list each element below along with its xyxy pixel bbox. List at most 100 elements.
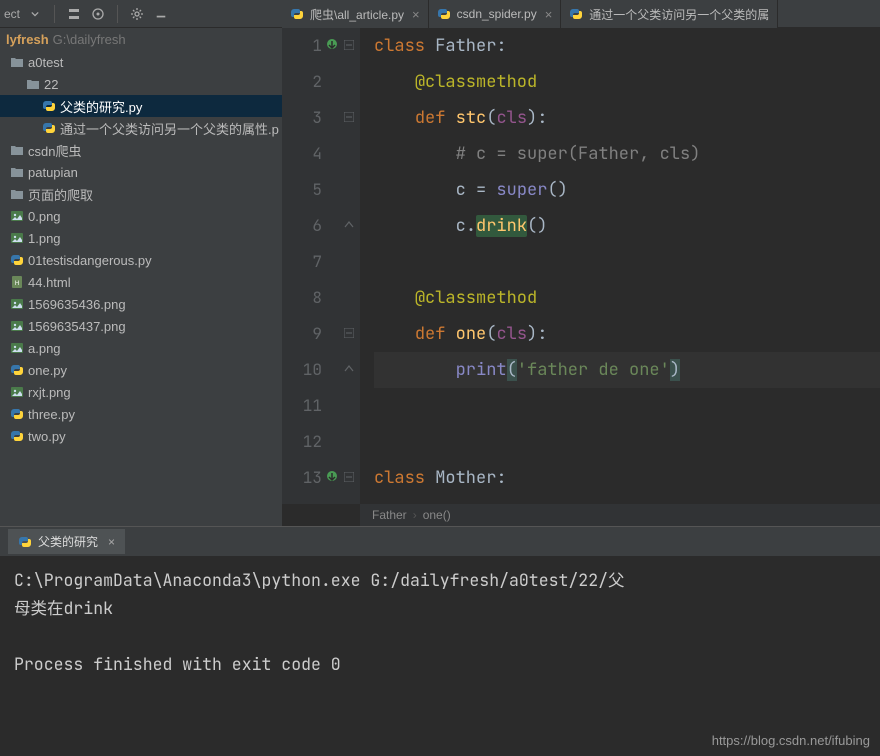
python-icon — [569, 7, 583, 21]
tree-label: two.py — [28, 429, 66, 444]
gutter-line[interactable]: 7 — [282, 244, 322, 280]
code-line[interactable]: def one(cls): — [374, 316, 880, 352]
locate-icon[interactable] — [89, 5, 107, 23]
image-icon — [10, 385, 24, 399]
code-area[interactable]: class Father: @classmethod def stc(cls):… — [360, 28, 880, 504]
gutter-line[interactable]: 11 — [282, 388, 322, 424]
tree-row[interactable]: csdn爬虫 — [0, 139, 282, 161]
gutter-line[interactable]: 6 — [282, 208, 322, 244]
project-root[interactable]: lyfresh G:\dailyfresh — [0, 28, 282, 51]
breadcrumb-item[interactable]: Father — [372, 508, 407, 522]
tree-row[interactable]: one.py — [0, 359, 282, 381]
editor-tab[interactable]: 通过一个父类访问另一个父类的属 — [561, 0, 778, 28]
tree-row[interactable]: patupian — [0, 161, 282, 183]
code-line[interactable]: c = super() — [374, 172, 880, 208]
tree-row[interactable]: a0test — [0, 51, 282, 73]
folder-icon — [10, 165, 24, 179]
gutter-line[interactable]: 12 — [282, 424, 322, 460]
gutter-line[interactable]: 3 — [282, 100, 322, 136]
project-root-name: lyfresh — [6, 32, 49, 47]
gutter-line[interactable]: 2 — [282, 64, 322, 100]
tree-row[interactable]: rxjt.png — [0, 381, 282, 403]
fold-icon[interactable] — [344, 112, 356, 124]
tree-row[interactable]: 1569635436.png — [0, 293, 282, 315]
tree-label: a0test — [28, 55, 63, 70]
fold-icon[interactable] — [344, 328, 356, 340]
fold-icon[interactable] — [344, 40, 356, 52]
python-icon — [437, 7, 451, 21]
tree-label: a.png — [28, 341, 61, 356]
code-line[interactable]: @classmethod — [374, 280, 880, 316]
fold-icon[interactable] — [344, 220, 356, 232]
code-line[interactable]: class Mother: — [374, 460, 880, 496]
implement-icon[interactable] — [326, 470, 340, 484]
run-output[interactable]: C:\ProgramData\Anaconda3\python.exe G:/d… — [0, 556, 880, 756]
tree-label: 44.html — [28, 275, 71, 290]
python-icon — [10, 429, 24, 443]
gutter-line[interactable]: 1 — [282, 28, 322, 64]
code-line[interactable] — [374, 244, 880, 280]
close-icon[interactable]: × — [108, 535, 115, 549]
folder-icon — [10, 143, 24, 157]
code-line[interactable] — [374, 388, 880, 424]
collapse-icon[interactable] — [65, 5, 83, 23]
code-line[interactable]: @classmethod — [374, 64, 880, 100]
code-line[interactable]: class Father: — [374, 28, 880, 64]
tree-label: 1.png — [28, 231, 61, 246]
html-icon: H — [10, 275, 24, 289]
gear-icon[interactable] — [128, 5, 146, 23]
tree-row[interactable]: 22 — [0, 73, 282, 95]
tree-row[interactable]: 1569635437.png — [0, 315, 282, 337]
run-panel: 父类的研究 × C:\ProgramData\Anaconda3\python.… — [0, 526, 880, 756]
run-tab[interactable]: 父类的研究 × — [8, 529, 125, 554]
folder-icon — [10, 55, 24, 69]
python-icon — [42, 121, 56, 135]
python-icon — [10, 363, 24, 377]
code-editor[interactable]: 12345678910111213 class Father: @classme… — [282, 28, 880, 526]
python-icon — [10, 253, 24, 267]
gutter-line[interactable]: 4 — [282, 136, 322, 172]
tree-row[interactable]: 01testisdangerous.py — [0, 249, 282, 271]
tree-row[interactable]: 父类的研究.py — [0, 95, 282, 117]
tree-label: 22 — [44, 77, 58, 92]
gutter-line[interactable]: 8 — [282, 280, 322, 316]
fold-icon[interactable] — [344, 364, 356, 376]
code-line[interactable]: print('father de one') — [374, 352, 880, 388]
gutter-line[interactable]: 5 — [282, 172, 322, 208]
close-icon[interactable]: × — [412, 7, 420, 22]
tree-label: 1569635436.png — [28, 297, 126, 312]
implement-icon[interactable] — [326, 38, 340, 52]
tree-label: csdn爬虫 — [28, 141, 81, 160]
tree-row[interactable]: two.py — [0, 425, 282, 447]
code-line[interactable]: # c = super(Father, cls) — [374, 136, 880, 172]
chevron-down-icon[interactable] — [26, 5, 44, 23]
code-line[interactable]: def stc(cls): — [374, 100, 880, 136]
code-line[interactable] — [374, 424, 880, 460]
tree-label: 1569635437.png — [28, 319, 126, 334]
project-root-path: G:\dailyfresh — [53, 32, 126, 47]
breadcrumb-item[interactable]: one() — [423, 508, 451, 522]
gutter-line[interactable]: 13 — [282, 460, 322, 496]
fold-icon[interactable] — [344, 472, 356, 484]
gutter-line[interactable]: 10 — [282, 352, 322, 388]
tree-row[interactable]: 页面的爬取 — [0, 183, 282, 205]
tree-row[interactable]: H 44.html — [0, 271, 282, 293]
tree-row[interactable]: a.png — [0, 337, 282, 359]
gutter-line[interactable]: 9 — [282, 316, 322, 352]
close-icon[interactable]: × — [545, 7, 553, 22]
tree-row[interactable]: 0.png — [0, 205, 282, 227]
project-suffix: ect — [4, 7, 20, 21]
tree-row[interactable]: 通过一个父类访问另一个父类的属性.p — [0, 117, 282, 139]
fold-column — [342, 28, 360, 504]
tree-label: patupian — [28, 165, 78, 180]
editor-tab[interactable]: 爬虫\all_article.py× — [282, 0, 429, 28]
breadcrumb[interactable]: Father › one() — [360, 504, 880, 526]
tree-row[interactable]: three.py — [0, 403, 282, 425]
python-icon — [18, 535, 32, 549]
code-line[interactable]: c.drink() — [374, 208, 880, 244]
watermark: https://blog.csdn.net/ifubing — [712, 733, 870, 748]
editor-tab[interactable]: csdn_spider.py× — [429, 0, 562, 28]
minimize-icon[interactable] — [152, 5, 170, 23]
tree-row[interactable]: 1.png — [0, 227, 282, 249]
project-tree: lyfresh G:\dailyfresh a0test 22 父类的研究.py通过… — [0, 28, 282, 526]
